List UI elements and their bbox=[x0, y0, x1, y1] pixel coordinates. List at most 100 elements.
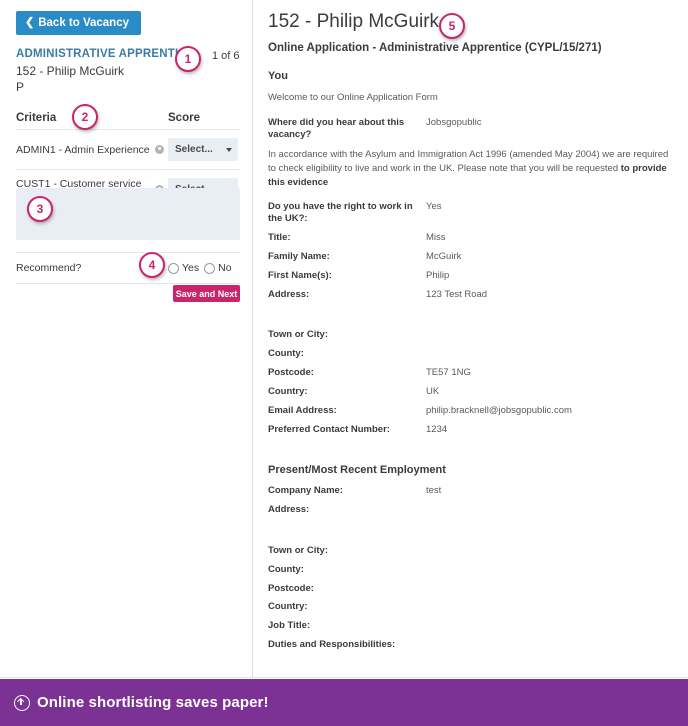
field-label: Country: bbox=[268, 385, 308, 397]
field-label: Duties and Responsibilities: bbox=[268, 639, 396, 651]
field-row: Job Title: bbox=[268, 620, 674, 633]
field-value: Miss bbox=[426, 232, 446, 244]
scoring-panel: ❮ Back to Vacancy ADMINISTRATIVE APPRENT… bbox=[0, 0, 253, 677]
field-label: Where did you hear about this vacancy? bbox=[268, 116, 405, 141]
annotation-badge-3: 3 bbox=[27, 196, 53, 222]
field-row: Duties and Responsibilities: bbox=[268, 639, 674, 652]
annotation-badge-1: 1 bbox=[175, 46, 201, 72]
section-note: Welcome to our Online Application Form bbox=[268, 91, 438, 103]
criteria-table-header: Criteria Score bbox=[16, 107, 240, 129]
field-label: Preferred Contact Number: bbox=[268, 423, 390, 435]
chevron-down-icon bbox=[226, 147, 232, 152]
candidate-name-left: 152 - Philip McGuirk bbox=[16, 64, 125, 78]
field-row: Town or City: bbox=[268, 545, 674, 558]
field-row: Title: Miss bbox=[268, 232, 674, 245]
section-heading: You bbox=[268, 69, 288, 82]
arrow-up-circle-icon bbox=[14, 694, 30, 711]
field-label: Town or City: bbox=[268, 544, 328, 556]
field-row: Where did you hear about this vacancy? J… bbox=[268, 117, 674, 143]
field-label: Postcode: bbox=[268, 367, 314, 379]
field-label: Email Address: bbox=[268, 404, 337, 416]
field-label: Postcode: bbox=[268, 582, 314, 594]
section-you: You Welcome to our Online Application Fo… bbox=[268, 70, 674, 436]
application-subtitle: Online Application - Administrative Appr… bbox=[268, 41, 602, 54]
candidate-initial: P bbox=[16, 80, 25, 94]
radio-no[interactable] bbox=[204, 262, 216, 274]
vacancy-title-link[interactable]: ADMINISTRATIVE APPRENTICE bbox=[16, 48, 195, 60]
field-label: Town or City: bbox=[268, 329, 328, 341]
address-spacer bbox=[268, 523, 674, 545]
back-to-vacancy-label: Back to Vacancy bbox=[38, 17, 129, 29]
back-to-vacancy-button[interactable]: ❮ Back to Vacancy bbox=[16, 11, 141, 35]
section-heading: Present/Most Recent Employment bbox=[268, 464, 446, 477]
column-header-score: Score bbox=[168, 112, 200, 124]
page-root: ❮ Back to Vacancy ADMINISTRATIVE APPRENT… bbox=[0, 0, 688, 726]
radio-yes[interactable] bbox=[168, 262, 179, 274]
field-label: First Name(s): bbox=[268, 269, 332, 281]
field-value: TE57 1NG bbox=[426, 367, 471, 379]
footer-banner: Online shortlisting saves paper! bbox=[0, 679, 688, 726]
score-cell: Select... bbox=[168, 138, 240, 161]
pager-count: 1 of 6 bbox=[212, 50, 240, 62]
help-circle-icon[interactable] bbox=[154, 145, 164, 154]
eligibility-text: In accordance with the Asylum and Immigr… bbox=[268, 149, 669, 175]
section-employment: Present/Most Recent Employment Company N… bbox=[268, 464, 674, 652]
field-row: County: bbox=[268, 348, 674, 361]
table-row: ADMIN1 - Admin Experience Select... bbox=[16, 129, 240, 169]
radio-yes-label: Yes bbox=[182, 262, 200, 274]
save-and-next-button[interactable]: Save and Next bbox=[173, 285, 240, 302]
radio-no-label: No bbox=[218, 262, 232, 274]
field-label: Country: bbox=[268, 601, 308, 613]
footer-text: Online shortlisting saves paper! bbox=[37, 694, 269, 711]
field-row: Address: 123 Test Road bbox=[268, 289, 674, 302]
application-panel: 152 - Philip McGuirk Online Application … bbox=[254, 0, 688, 677]
field-label: Job Title: bbox=[268, 620, 311, 632]
field-label: Company Name: bbox=[268, 485, 343, 497]
field-value: 123 Test Road bbox=[426, 288, 488, 300]
recommend-row: Recommend? Yes No bbox=[16, 252, 240, 284]
score-select-value: Select... bbox=[175, 144, 213, 155]
field-label: Address: bbox=[268, 504, 310, 516]
field-row: Do you have the right to work in the UK?… bbox=[268, 201, 674, 227]
recommend-option-yes[interactable]: Yes bbox=[168, 262, 199, 274]
field-value: UK bbox=[426, 385, 440, 397]
field-row: First Name(s): Philip bbox=[268, 270, 674, 283]
address-spacer bbox=[268, 307, 674, 329]
eligibility-paragraph: In accordance with the Asylum and Immigr… bbox=[268, 148, 674, 189]
annotation-badge-5: 5 bbox=[439, 13, 465, 39]
field-row: Family Name: McGuirk bbox=[268, 251, 674, 264]
annotation-badge-2: 2 bbox=[72, 104, 98, 130]
field-row: Email Address: philip.bracknell@jobsgopu… bbox=[268, 405, 674, 418]
content-area: ❮ Back to Vacancy ADMINISTRATIVE APPRENT… bbox=[0, 0, 688, 678]
field-row: Address: bbox=[268, 504, 674, 517]
field-row: Town or City: bbox=[268, 329, 674, 342]
field-label: Family Name: bbox=[268, 251, 330, 263]
field-row: Country: bbox=[268, 601, 674, 614]
field-value: philip.bracknell@jobsgopublic.com bbox=[426, 404, 572, 416]
field-value: Philip bbox=[426, 269, 450, 281]
field-label: Address: bbox=[268, 288, 310, 300]
page-title: 152 - Philip McGuirk bbox=[268, 11, 440, 32]
field-label: County: bbox=[268, 563, 304, 575]
field-row: Company Name: test bbox=[268, 485, 674, 498]
recommend-option-no[interactable]: No bbox=[204, 262, 232, 274]
field-row: Postcode: bbox=[268, 583, 674, 596]
field-row: County: bbox=[268, 564, 674, 577]
annotation-badge-4: 4 bbox=[139, 252, 165, 278]
field-row: Postcode: TE57 1NG bbox=[268, 367, 674, 380]
field-value: Yes bbox=[426, 200, 442, 212]
field-value: test bbox=[426, 485, 442, 497]
field-row: Preferred Contact Number: 1234 bbox=[268, 424, 674, 437]
field-value: McGuirk bbox=[426, 251, 462, 263]
field-label: Title: bbox=[268, 232, 291, 244]
field-value: 1234 bbox=[426, 423, 448, 435]
recommend-radio-group: Yes No bbox=[168, 262, 232, 274]
criteria-cell: ADMIN1 - Admin Experience bbox=[16, 144, 168, 156]
field-row: Country: UK bbox=[268, 386, 674, 399]
chevron-left-icon: ❮ bbox=[25, 16, 35, 28]
field-value: Jobsgopublic bbox=[426, 116, 482, 128]
score-select-admin1[interactable]: Select... bbox=[168, 138, 238, 161]
field-label: Do you have the right to work in the UK?… bbox=[268, 200, 413, 225]
